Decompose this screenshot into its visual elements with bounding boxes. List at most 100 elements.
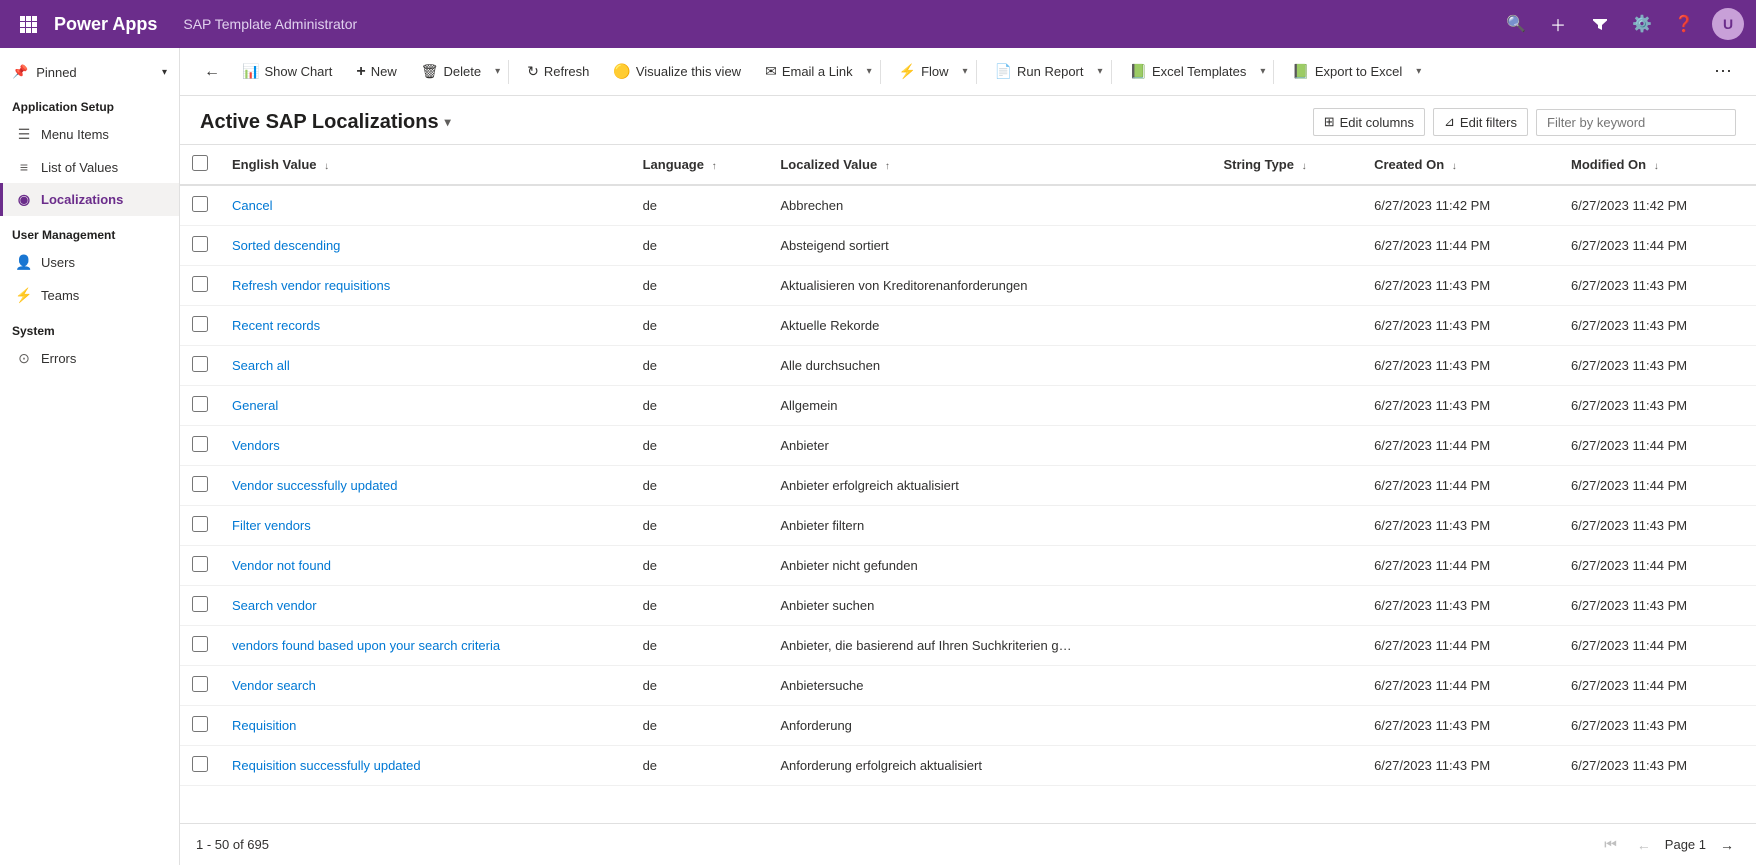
visualize-button[interactable]: 🟡 Visualize this view (603, 57, 751, 86)
cell-english-value[interactable]: Vendor search (220, 666, 631, 706)
avatar[interactable]: U (1712, 8, 1744, 40)
row-checkbox[interactable] (192, 556, 208, 572)
english-value-link[interactable]: Search all (232, 358, 290, 373)
search-icon[interactable]: 🔍 (1502, 10, 1530, 38)
row-checkbox-cell[interactable] (180, 666, 220, 706)
back-button[interactable]: ← (196, 59, 228, 85)
help-icon[interactable]: ❓ (1670, 10, 1698, 38)
next-page-button[interactable]: → (1714, 833, 1740, 857)
run-report-chevron[interactable]: ▾ (1098, 66, 1103, 77)
english-value-link[interactable]: Vendor successfully updated (232, 478, 398, 493)
select-all-header[interactable] (180, 145, 220, 185)
english-value-link[interactable]: Requisition (232, 718, 296, 733)
row-checkbox[interactable] (192, 476, 208, 492)
col-modified-on[interactable]: Modified On ↓ (1559, 145, 1756, 185)
cell-english-value[interactable]: Cancel (220, 185, 631, 226)
cell-english-value[interactable]: General (220, 386, 631, 426)
col-localized-value[interactable]: Localized Value ↑ (768, 145, 1211, 185)
row-checkbox[interactable] (192, 396, 208, 412)
col-created-on[interactable]: Created On ↓ (1362, 145, 1559, 185)
excel-templates-button[interactable]: 📗 Excel Templates (1120, 57, 1257, 86)
email-link-chevron[interactable]: ▾ (867, 66, 872, 77)
filter-by-keyword-input[interactable] (1536, 109, 1736, 136)
col-string-type[interactable]: String Type ↓ (1211, 145, 1362, 185)
add-icon[interactable]: ＋ (1544, 10, 1572, 38)
english-value-link[interactable]: Vendors (232, 438, 280, 453)
prev-page-button[interactable]: ← (1631, 833, 1657, 857)
sidebar-item-localizations[interactable]: ◉ Localizations (0, 183, 179, 216)
english-value-link[interactable]: Filter vendors (232, 518, 311, 533)
flow-chevron[interactable]: ▾ (963, 66, 968, 77)
export-to-excel-button[interactable]: 📗 Export to Excel (1282, 57, 1412, 86)
row-checkbox[interactable] (192, 356, 208, 372)
edit-columns-button[interactable]: ⊞ Edit columns (1313, 108, 1425, 136)
sidebar-item-teams[interactable]: ⚡ Teams (0, 279, 179, 312)
cell-english-value[interactable]: Requisition successfully updated (220, 746, 631, 786)
row-checkbox-cell[interactable] (180, 185, 220, 226)
english-value-link[interactable]: vendors found based upon your search cri… (232, 638, 500, 653)
col-language[interactable]: Language ↑ (631, 145, 769, 185)
cell-english-value[interactable]: Refresh vendor requisitions (220, 266, 631, 306)
english-value-link[interactable]: Search vendor (232, 598, 317, 613)
cell-english-value[interactable]: Search all (220, 346, 631, 386)
cell-english-value[interactable]: Vendor successfully updated (220, 466, 631, 506)
sidebar-item-list-of-values[interactable]: ≡ List of Values (0, 151, 179, 183)
cell-english-value[interactable]: Requisition (220, 706, 631, 746)
sidebar-item-errors[interactable]: ⊙ Errors (0, 342, 179, 375)
row-checkbox-cell[interactable] (180, 746, 220, 786)
show-chart-button[interactable]: 📊 Show Chart (232, 57, 342, 86)
grid-menu-icon[interactable] (12, 8, 44, 40)
sidebar-item-users[interactable]: 👤 Users (0, 246, 179, 279)
row-checkbox[interactable] (192, 516, 208, 532)
row-checkbox[interactable] (192, 276, 208, 292)
english-value-link[interactable]: Refresh vendor requisitions (232, 278, 390, 293)
english-value-link[interactable]: Cancel (232, 198, 272, 213)
cell-english-value[interactable]: vendors found based upon your search cri… (220, 626, 631, 666)
cell-english-value[interactable]: Search vendor (220, 586, 631, 626)
cell-english-value[interactable]: Recent records (220, 306, 631, 346)
col-english-value[interactable]: English Value ↓ (220, 145, 631, 185)
email-link-button[interactable]: ✉ Email a Link (755, 57, 863, 86)
cell-english-value[interactable]: Vendors (220, 426, 631, 466)
row-checkbox-cell[interactable] (180, 226, 220, 266)
delete-button[interactable]: 🗑 Delete (411, 57, 491, 86)
refresh-button[interactable]: ↻ Refresh (517, 57, 599, 86)
sidebar-item-menu-items[interactable]: ☰ Menu Items (0, 118, 179, 151)
row-checkbox-cell[interactable] (180, 266, 220, 306)
settings-icon[interactable]: ⚙️ (1628, 10, 1656, 38)
row-checkbox-cell[interactable] (180, 466, 220, 506)
cmd-more-menu[interactable]: ⋯ (1706, 57, 1740, 86)
english-value-link[interactable]: Sorted descending (232, 238, 340, 253)
excel-templates-chevron[interactable]: ▾ (1260, 66, 1265, 77)
row-checkbox[interactable] (192, 596, 208, 612)
row-checkbox-cell[interactable] (180, 626, 220, 666)
new-button[interactable]: + New (346, 57, 406, 87)
english-value-link[interactable]: Requisition successfully updated (232, 758, 421, 773)
row-checkbox-cell[interactable] (180, 426, 220, 466)
page-title-chevron-icon[interactable]: ▾ (445, 115, 451, 129)
english-value-link[interactable]: Vendor search (232, 678, 316, 693)
select-all-checkbox[interactable] (192, 155, 208, 171)
filter-icon[interactable] (1586, 10, 1614, 38)
sidebar-collapse-btn[interactable]: 📌 Pinned ▾ (0, 56, 179, 88)
cell-english-value[interactable]: Filter vendors (220, 506, 631, 546)
row-checkbox[interactable] (192, 716, 208, 732)
row-checkbox-cell[interactable] (180, 306, 220, 346)
row-checkbox[interactable] (192, 676, 208, 692)
flow-button[interactable]: ⚡ Flow (889, 57, 959, 86)
row-checkbox-cell[interactable] (180, 706, 220, 746)
row-checkbox[interactable] (192, 636, 208, 652)
row-checkbox-cell[interactable] (180, 586, 220, 626)
run-report-button[interactable]: 📄 Run Report (985, 57, 1094, 86)
row-checkbox[interactable] (192, 436, 208, 452)
row-checkbox[interactable] (192, 196, 208, 212)
row-checkbox-cell[interactable] (180, 546, 220, 586)
export-to-excel-chevron[interactable]: ▾ (1416, 66, 1421, 77)
english-value-link[interactable]: Recent records (232, 318, 320, 333)
row-checkbox[interactable] (192, 756, 208, 772)
english-value-link[interactable]: Vendor not found (232, 558, 331, 573)
edit-filters-button[interactable]: ⊿ Edit filters (1433, 108, 1528, 136)
english-value-link[interactable]: General (232, 398, 278, 413)
row-checkbox-cell[interactable] (180, 386, 220, 426)
cell-english-value[interactable]: Vendor not found (220, 546, 631, 586)
